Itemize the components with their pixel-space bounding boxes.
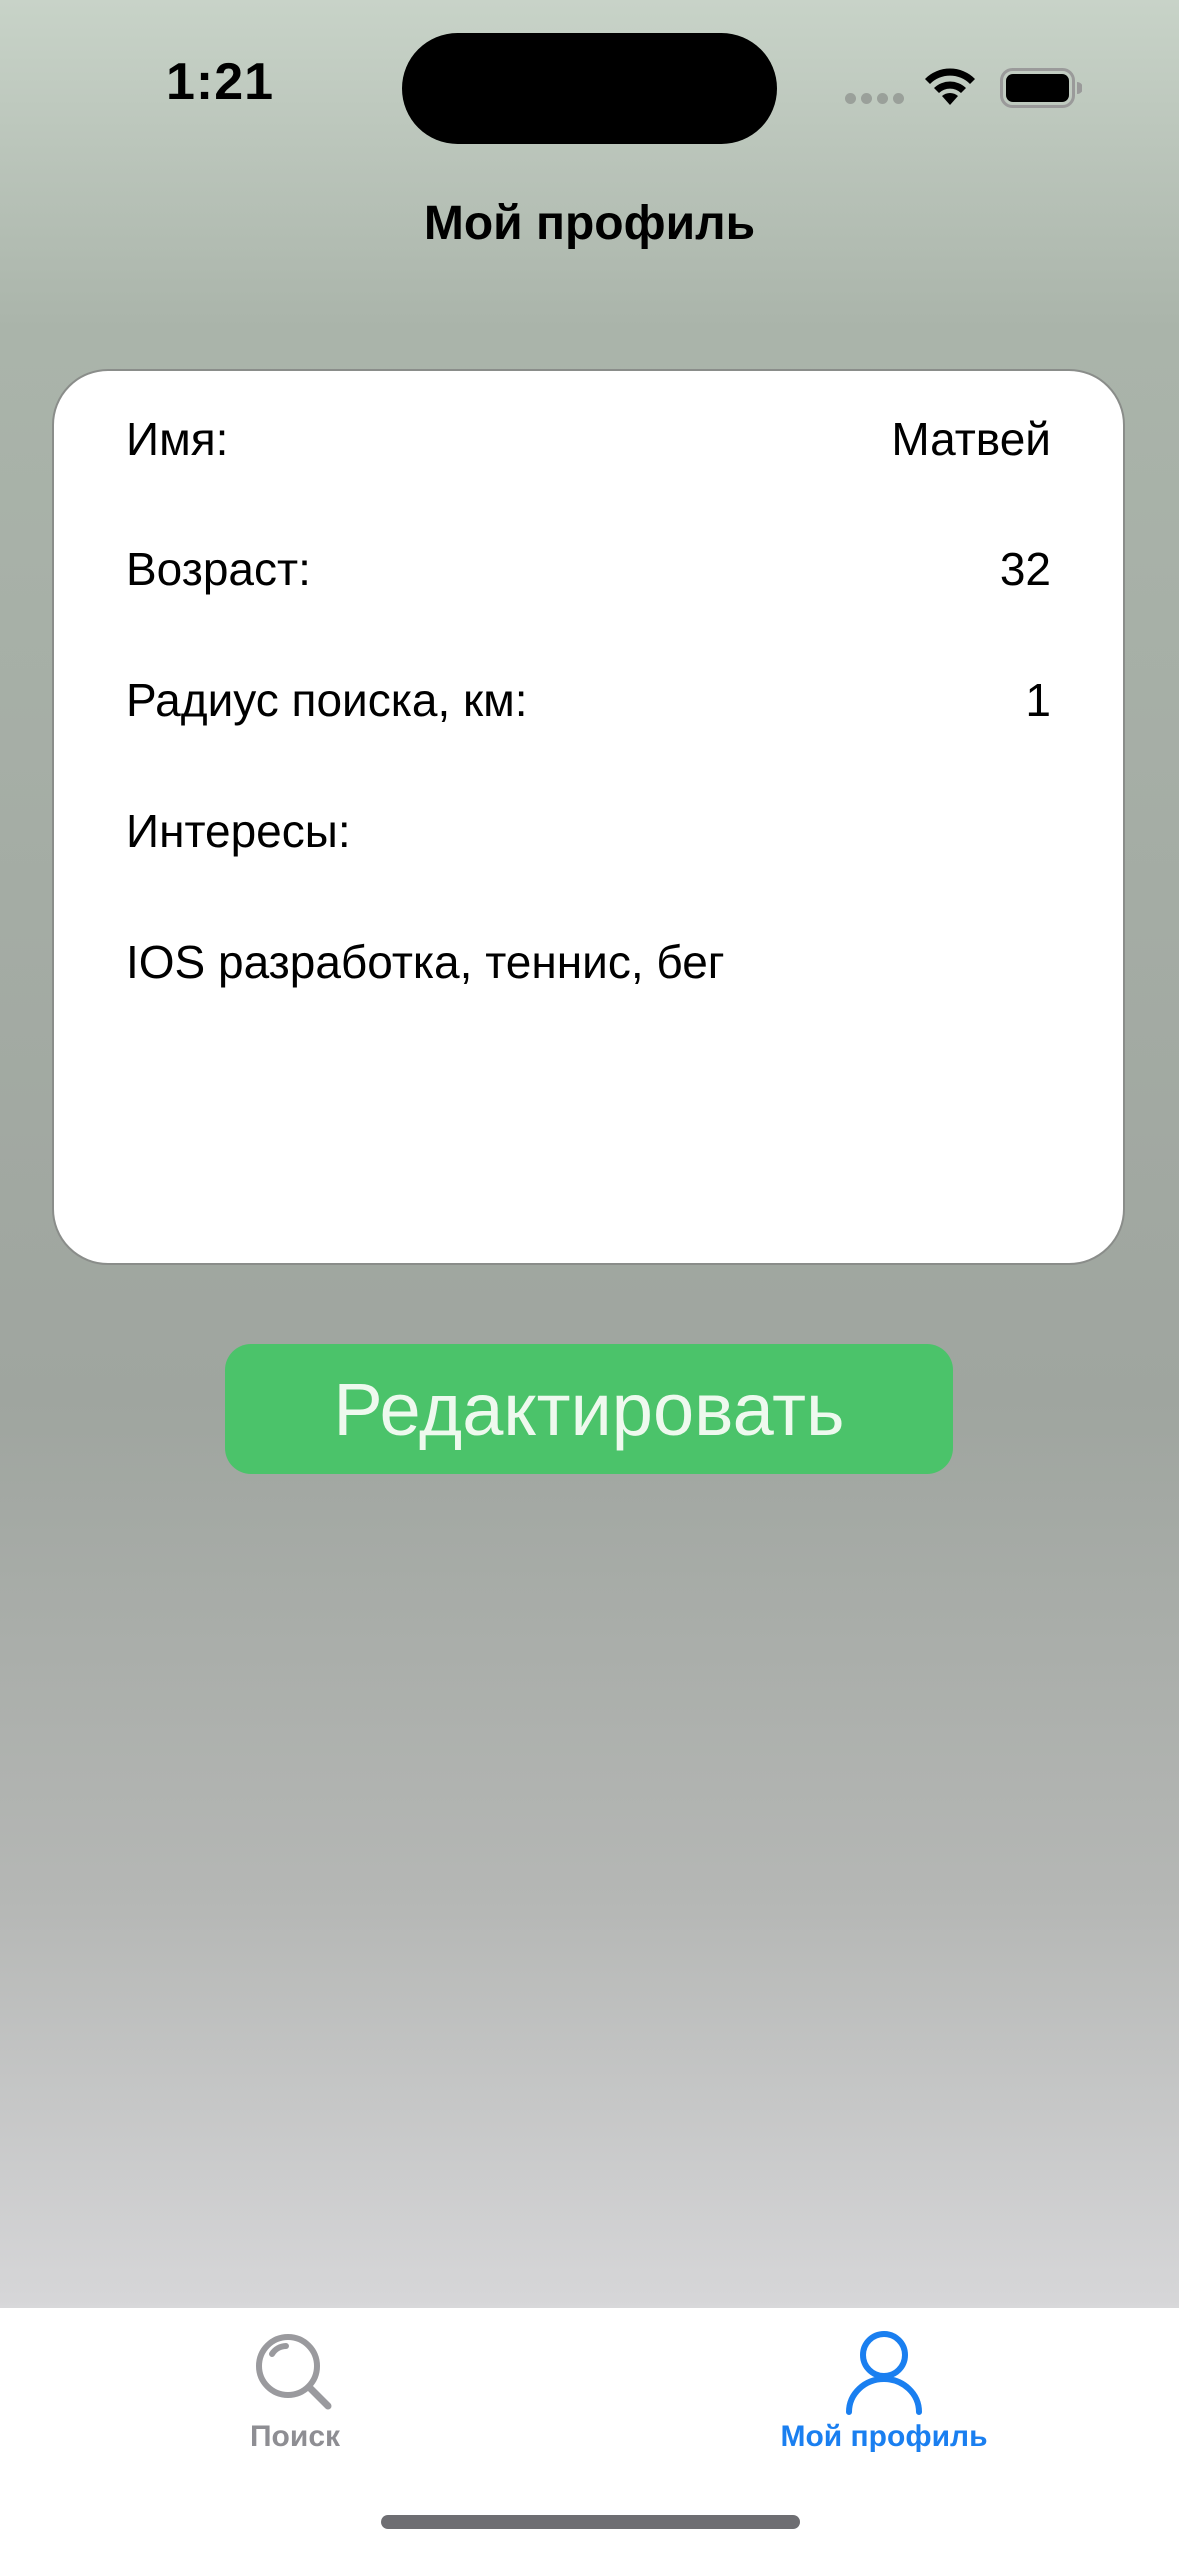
radius-row: Радиус поиска, км: 1 <box>126 670 1051 730</box>
name-label: Имя: <box>126 413 229 465</box>
battery-icon <box>1000 68 1082 108</box>
page-title: Мой профиль <box>423 197 756 250</box>
age-label: Возраст: <box>126 543 311 595</box>
tab-search-label: Поиск <box>249 2420 341 2453</box>
radius-label: Радиус поиска, км: <box>126 674 528 726</box>
dynamic-island <box>402 33 777 144</box>
name-row: Имя: Матвей <box>126 409 1051 469</box>
radius-value: 1 <box>1025 674 1051 726</box>
tab-profile[interactable]: Мой профиль <box>684 2308 1084 2478</box>
wifi-icon <box>925 68 975 105</box>
name-value: Матвей <box>891 413 1051 465</box>
interests-row: Интересы: <box>126 801 1051 861</box>
age-value: 32 <box>999 543 1051 595</box>
interests-label: Интересы: <box>126 805 351 857</box>
interests-value: IOS разработка, теннис, бег <box>126 936 725 988</box>
home-indicator[interactable] <box>381 2515 800 2529</box>
status-time: 1:21 <box>166 53 275 111</box>
tab-profile-label: Мой профиль <box>780 2420 988 2453</box>
search-icon <box>256 2334 332 2410</box>
age-row: Возраст: 32 <box>126 539 1051 599</box>
tab-search[interactable]: Поиск <box>95 2308 495 2478</box>
edit-button[interactable]: Редактировать <box>225 1344 953 1474</box>
profile-card: Имя: Матвей Возраст: 32 Радиус поиска, к… <box>52 369 1125 1265</box>
person-icon <box>846 2331 922 2415</box>
cellular-signal-icon <box>845 93 905 105</box>
